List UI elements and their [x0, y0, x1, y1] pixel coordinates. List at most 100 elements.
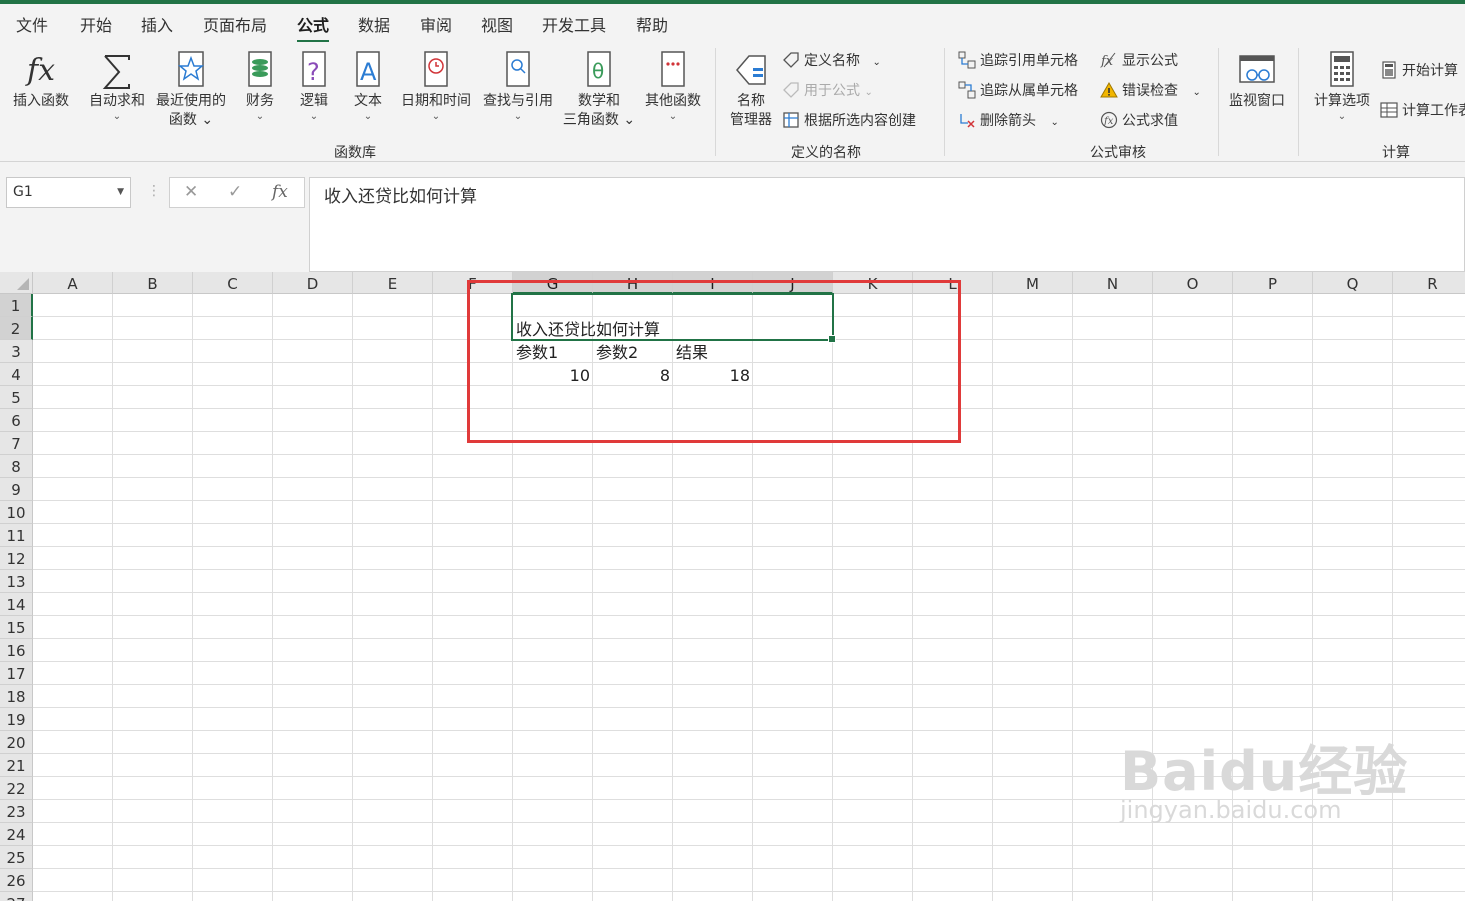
watch-window-button[interactable]: 监视窗口	[1224, 48, 1290, 111]
cell-I3[interactable]: 结果	[676, 342, 708, 364]
column-header-I[interactable]: I	[673, 272, 753, 294]
create-from-selection-button[interactable]: 根据所选内容创建	[782, 110, 916, 132]
tab-help[interactable]: 帮助	[636, 12, 668, 36]
row-header-12[interactable]: 12	[0, 547, 33, 570]
row-header-15[interactable]: 15	[0, 616, 33, 639]
evaluate-formula-button[interactable]: fx 公式求值	[1100, 110, 1178, 132]
trace-dependents-button[interactable]: 追踪从属单元格	[958, 80, 1078, 102]
row-header-10[interactable]: 10	[0, 501, 33, 524]
cell-G3[interactable]: 参数1	[516, 342, 558, 364]
tab-formulas[interactable]: 公式	[297, 12, 330, 43]
row-header-25[interactable]: 25	[0, 846, 33, 869]
row-header-6[interactable]: 6	[0, 409, 33, 432]
column-header-C[interactable]: C	[193, 272, 273, 294]
column-header-L[interactable]: L	[913, 272, 993, 294]
gridline-horizontal	[33, 845, 1465, 846]
trace-precedents-button[interactable]: 追踪引用单元格	[958, 50, 1078, 72]
remove-arrows-button[interactable]: 删除箭头 ⌄	[958, 110, 1059, 132]
row-header-23[interactable]: 23	[0, 800, 33, 823]
row-header-2[interactable]: 2	[0, 317, 33, 340]
column-header-N[interactable]: N	[1073, 272, 1153, 294]
tab-page-layout[interactable]: 页面布局	[203, 12, 267, 36]
column-header-J[interactable]: J	[753, 272, 833, 294]
column-header-D[interactable]: D	[273, 272, 353, 294]
row-header-18[interactable]: 18	[0, 685, 33, 708]
financial-button[interactable]: 财务 ⌄	[238, 48, 282, 123]
insert-function-button[interactable]: fx 插入函数	[8, 48, 74, 111]
row-header-27[interactable]: 27	[0, 892, 33, 901]
row-header-26[interactable]: 26	[0, 869, 33, 892]
theta-icon: θ	[579, 48, 619, 92]
column-header-Q[interactable]: Q	[1313, 272, 1393, 294]
row-header-20[interactable]: 20	[0, 731, 33, 754]
formula-input[interactable]: 收入还贷比如何计算	[309, 177, 1465, 272]
insert-function-fx-icon[interactable]: fx	[272, 182, 288, 202]
trace-precedents-icon	[958, 51, 976, 69]
group-separator	[1298, 48, 1299, 156]
column-header-K[interactable]: K	[833, 272, 913, 294]
column-header-M[interactable]: M	[993, 272, 1073, 294]
lookup-button[interactable]: 查找与引用 ⌄	[478, 48, 558, 123]
row-header-17[interactable]: 17	[0, 662, 33, 685]
row-header-7[interactable]: 7	[0, 432, 33, 455]
cell-G2[interactable]: 收入还贷比如何计算	[516, 319, 660, 341]
tab-home[interactable]: 开始	[80, 12, 112, 36]
row-header-16[interactable]: 16	[0, 639, 33, 662]
row-header-9[interactable]: 9	[0, 478, 33, 501]
row-header-11[interactable]: 11	[0, 524, 33, 547]
row-header-21[interactable]: 21	[0, 754, 33, 777]
tab-view[interactable]: 视图	[481, 12, 513, 36]
math-trig-button[interactable]: θ 数学和 三角函数 ⌄	[560, 48, 638, 130]
calc-options-button[interactable]: 计算选项 ⌄	[1308, 48, 1376, 123]
tab-data[interactable]: 数据	[358, 12, 390, 36]
error-checking-button[interactable]: 错误检查 ⌄	[1100, 80, 1201, 102]
text-functions-button[interactable]: A 文本 ⌄	[346, 48, 390, 123]
name-manager-button[interactable]: 名称 管理器	[726, 48, 776, 130]
select-all-corner[interactable]	[0, 272, 33, 294]
cell-H3[interactable]: 参数2	[596, 342, 638, 364]
name-box[interactable]: G1 ▼	[6, 177, 131, 208]
cell-G4[interactable]: 10	[513, 365, 590, 387]
tab-insert[interactable]: 插入	[141, 12, 173, 36]
worksheet-grid[interactable]: ABCDEFGHIJKLMNOPQR 1 2 3 4 5 6 7 8 9 10 11 12 13 14 15…	[0, 272, 1465, 901]
use-in-formula-button[interactable]: 用于公式 ⌄	[782, 80, 873, 102]
chevron-down-icon: ⌄	[255, 111, 265, 122]
column-header-E[interactable]: E	[353, 272, 433, 294]
column-header-G[interactable]: G	[513, 272, 593, 294]
autosum-button[interactable]: 自动求和 ⌄	[85, 48, 149, 123]
row-header-24[interactable]: 24	[0, 823, 33, 846]
row-header-4[interactable]: 4	[0, 363, 33, 386]
column-header-A[interactable]: A	[33, 272, 113, 294]
cell-H4[interactable]: 8	[593, 365, 670, 387]
column-header-F[interactable]: F	[433, 272, 513, 294]
recent-functions-button[interactable]: 最近使用的 函数 ⌄	[152, 48, 230, 130]
column-header-H[interactable]: H	[593, 272, 673, 294]
calc-now-button[interactable]: 开始计算	[1380, 60, 1458, 82]
column-header-P[interactable]: P	[1233, 272, 1313, 294]
row-header-13[interactable]: 13	[0, 570, 33, 593]
row-header-5[interactable]: 5	[0, 386, 33, 409]
row-header-22[interactable]: 22	[0, 777, 33, 800]
formula-bar-grip-icon[interactable]: ⋮	[147, 183, 161, 199]
column-header-O[interactable]: O	[1153, 272, 1233, 294]
row-header-19[interactable]: 19	[0, 708, 33, 731]
cancel-icon[interactable]: ✕	[184, 182, 198, 202]
row-header-8[interactable]: 8	[0, 455, 33, 478]
dropdown-arrow-icon[interactable]: ▼	[117, 178, 124, 207]
row-header-14[interactable]: 14	[0, 593, 33, 616]
tab-developer[interactable]: 开发工具	[542, 12, 606, 36]
tab-file[interactable]: 文件	[16, 12, 48, 36]
row-header-3[interactable]: 3	[0, 340, 33, 363]
column-header-R[interactable]: R	[1393, 272, 1465, 294]
tab-review[interactable]: 审阅	[420, 12, 452, 36]
datetime-button[interactable]: 日期和时间 ⌄	[397, 48, 475, 123]
define-name-button[interactable]: 定义名称 ⌄	[782, 50, 881, 72]
column-header-B[interactable]: B	[113, 272, 193, 294]
cell-I4[interactable]: 18	[673, 365, 750, 387]
logical-button[interactable]: ? 逻辑 ⌄	[292, 48, 336, 123]
calc-sheet-button[interactable]: 计算工作表	[1380, 100, 1465, 122]
enter-check-icon[interactable]: ✓	[228, 182, 242, 202]
row-header-1[interactable]: 1	[0, 294, 33, 317]
show-formulas-button[interactable]: fx 显示公式	[1100, 50, 1178, 72]
more-functions-button[interactable]: 其他函数 ⌄	[640, 48, 706, 123]
